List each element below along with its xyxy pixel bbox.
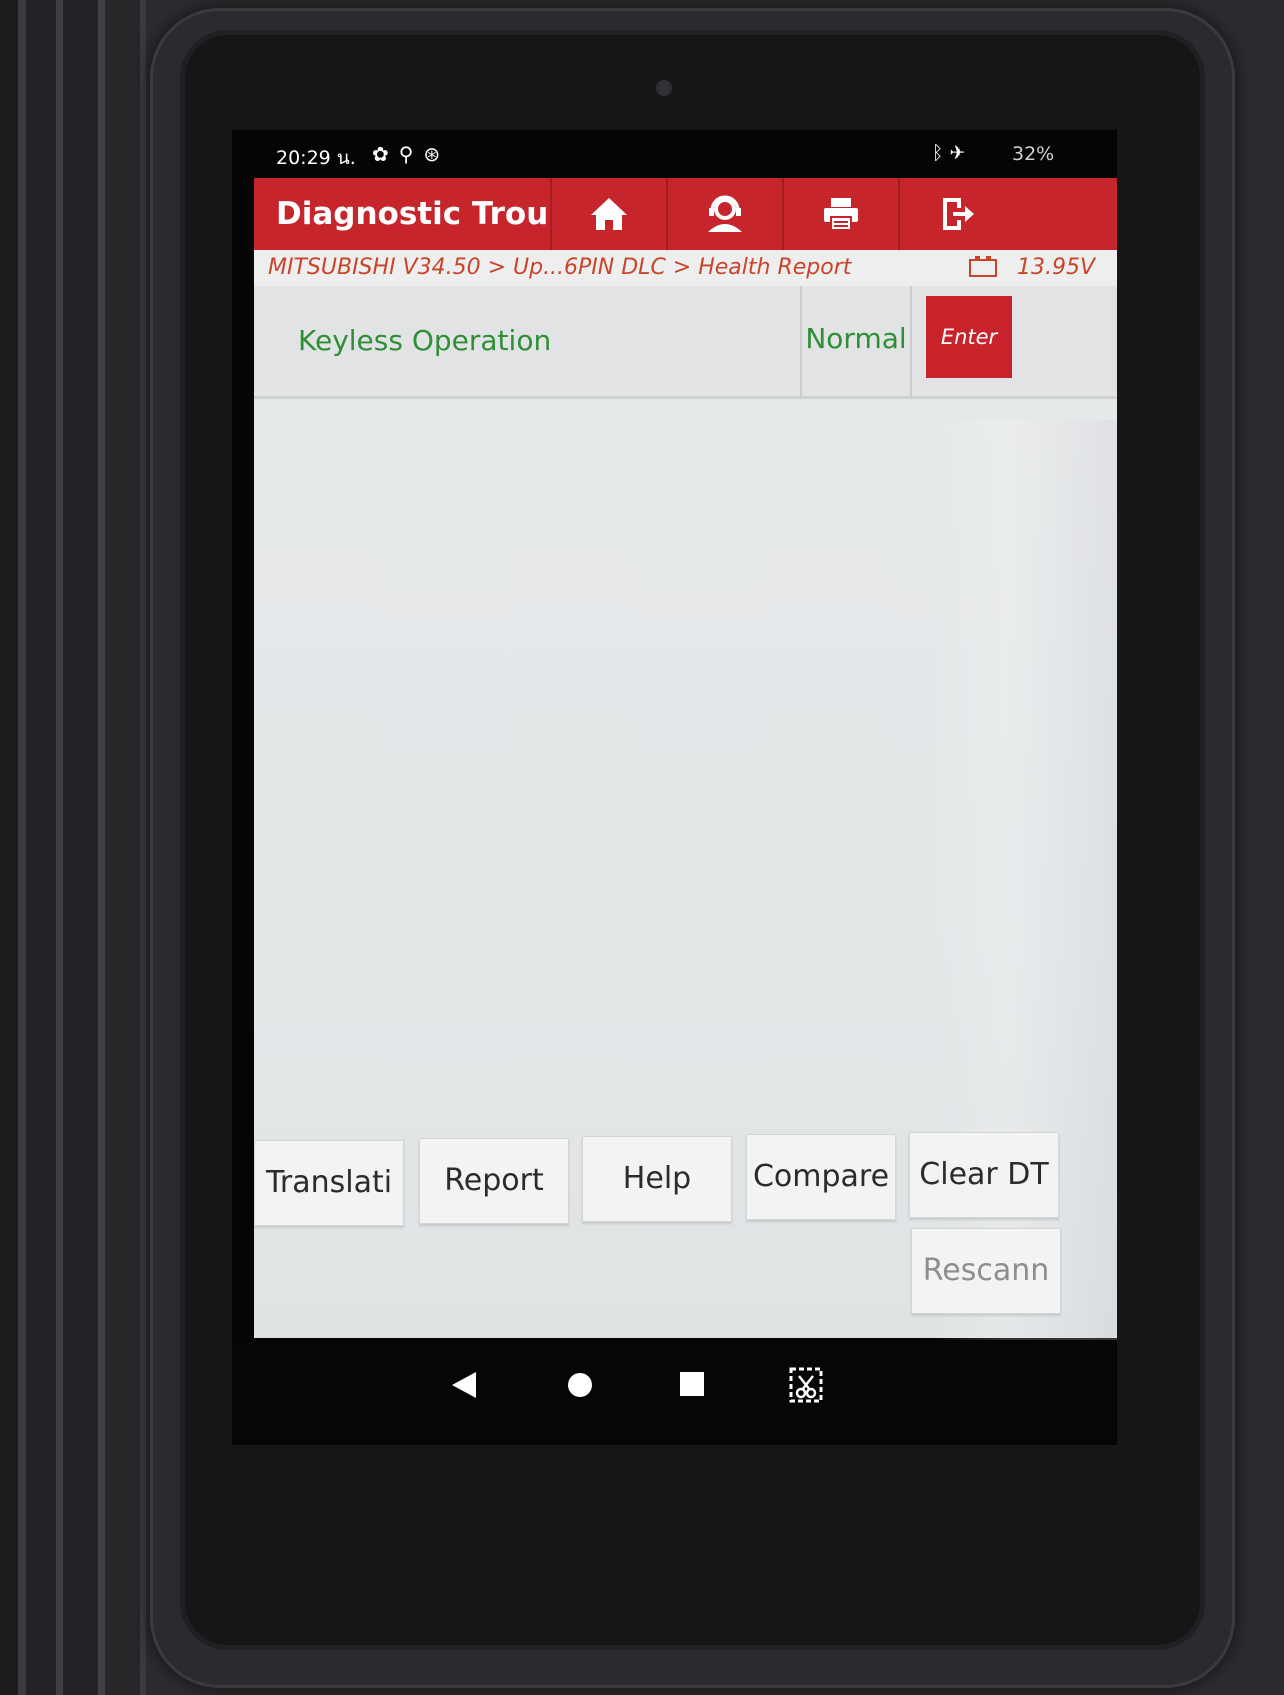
report-button[interactable]: Report xyxy=(419,1138,569,1224)
home-nav-icon[interactable] xyxy=(566,1371,594,1399)
home-icon xyxy=(591,198,627,230)
home-button[interactable] xyxy=(550,178,666,250)
sync-icon: ⊛ xyxy=(423,142,451,166)
car-battery-icon xyxy=(969,256,997,277)
printer-icon xyxy=(824,198,858,231)
battery-level: 32% xyxy=(1012,143,1055,165)
print-button[interactable] xyxy=(782,178,898,250)
app-header: Diagnostic Troul xyxy=(254,178,1117,250)
android-status-bar: 20:29 น. ✿⚲⊛ ᛒ✈ 32% xyxy=(232,130,1117,178)
page-title: Diagnostic Troul xyxy=(276,196,550,232)
status-badge: Normal xyxy=(802,286,912,396)
android-nav-bar xyxy=(232,1340,1117,1445)
breadcrumb-path: MITSUBISHI V34.50 > Up...6PIN DLC > Heal… xyxy=(268,255,852,280)
bluetooth-icon: ᛒ xyxy=(932,142,950,164)
support-agent-icon xyxy=(708,195,742,232)
back-icon[interactable] xyxy=(450,1370,478,1400)
table-row: Keyless Operation Normal Enter xyxy=(254,286,1117,399)
screenshot-icon[interactable] xyxy=(788,1366,824,1404)
tablet-screen: 20:29 น. ✿⚲⊛ ᛒ✈ 32% Diagnostic Troul MIT… xyxy=(232,130,1117,1445)
exit-icon xyxy=(943,198,974,230)
support-button[interactable] xyxy=(666,178,782,250)
recents-icon[interactable] xyxy=(679,1371,705,1397)
rescan-button[interactable]: Rescann xyxy=(911,1228,1061,1314)
enter-button[interactable]: Enter xyxy=(926,296,1012,378)
row-action-cell: Enter xyxy=(912,286,1117,396)
clear-dtc-button[interactable]: Clear DT xyxy=(909,1132,1059,1218)
help-button[interactable]: Help xyxy=(582,1136,732,1222)
exit-button[interactable] xyxy=(898,178,1014,250)
translation-button[interactable]: Translati xyxy=(254,1140,404,1226)
status-icons-left: ✿⚲⊛ xyxy=(372,142,450,166)
settings-icon: ✿ xyxy=(372,142,399,166)
compare-button[interactable]: Compare xyxy=(746,1134,896,1220)
status-icons-right: ᛒ✈ xyxy=(932,142,971,164)
airplane-icon: ✈ xyxy=(949,142,972,164)
battery-voltage: 13.95V xyxy=(1016,255,1095,280)
system-name: Keyless Operation xyxy=(254,286,802,396)
front-camera xyxy=(656,80,672,96)
breadcrumb: MITSUBISHI V34.50 > Up...6PIN DLC > Heal… xyxy=(254,250,1117,286)
status-time: 20:29 น. xyxy=(276,147,356,169)
bottom-toolbar: Translati Report Help Compare Clear DT R… xyxy=(254,1130,1117,1338)
usb-icon: ⚲ xyxy=(398,142,424,166)
